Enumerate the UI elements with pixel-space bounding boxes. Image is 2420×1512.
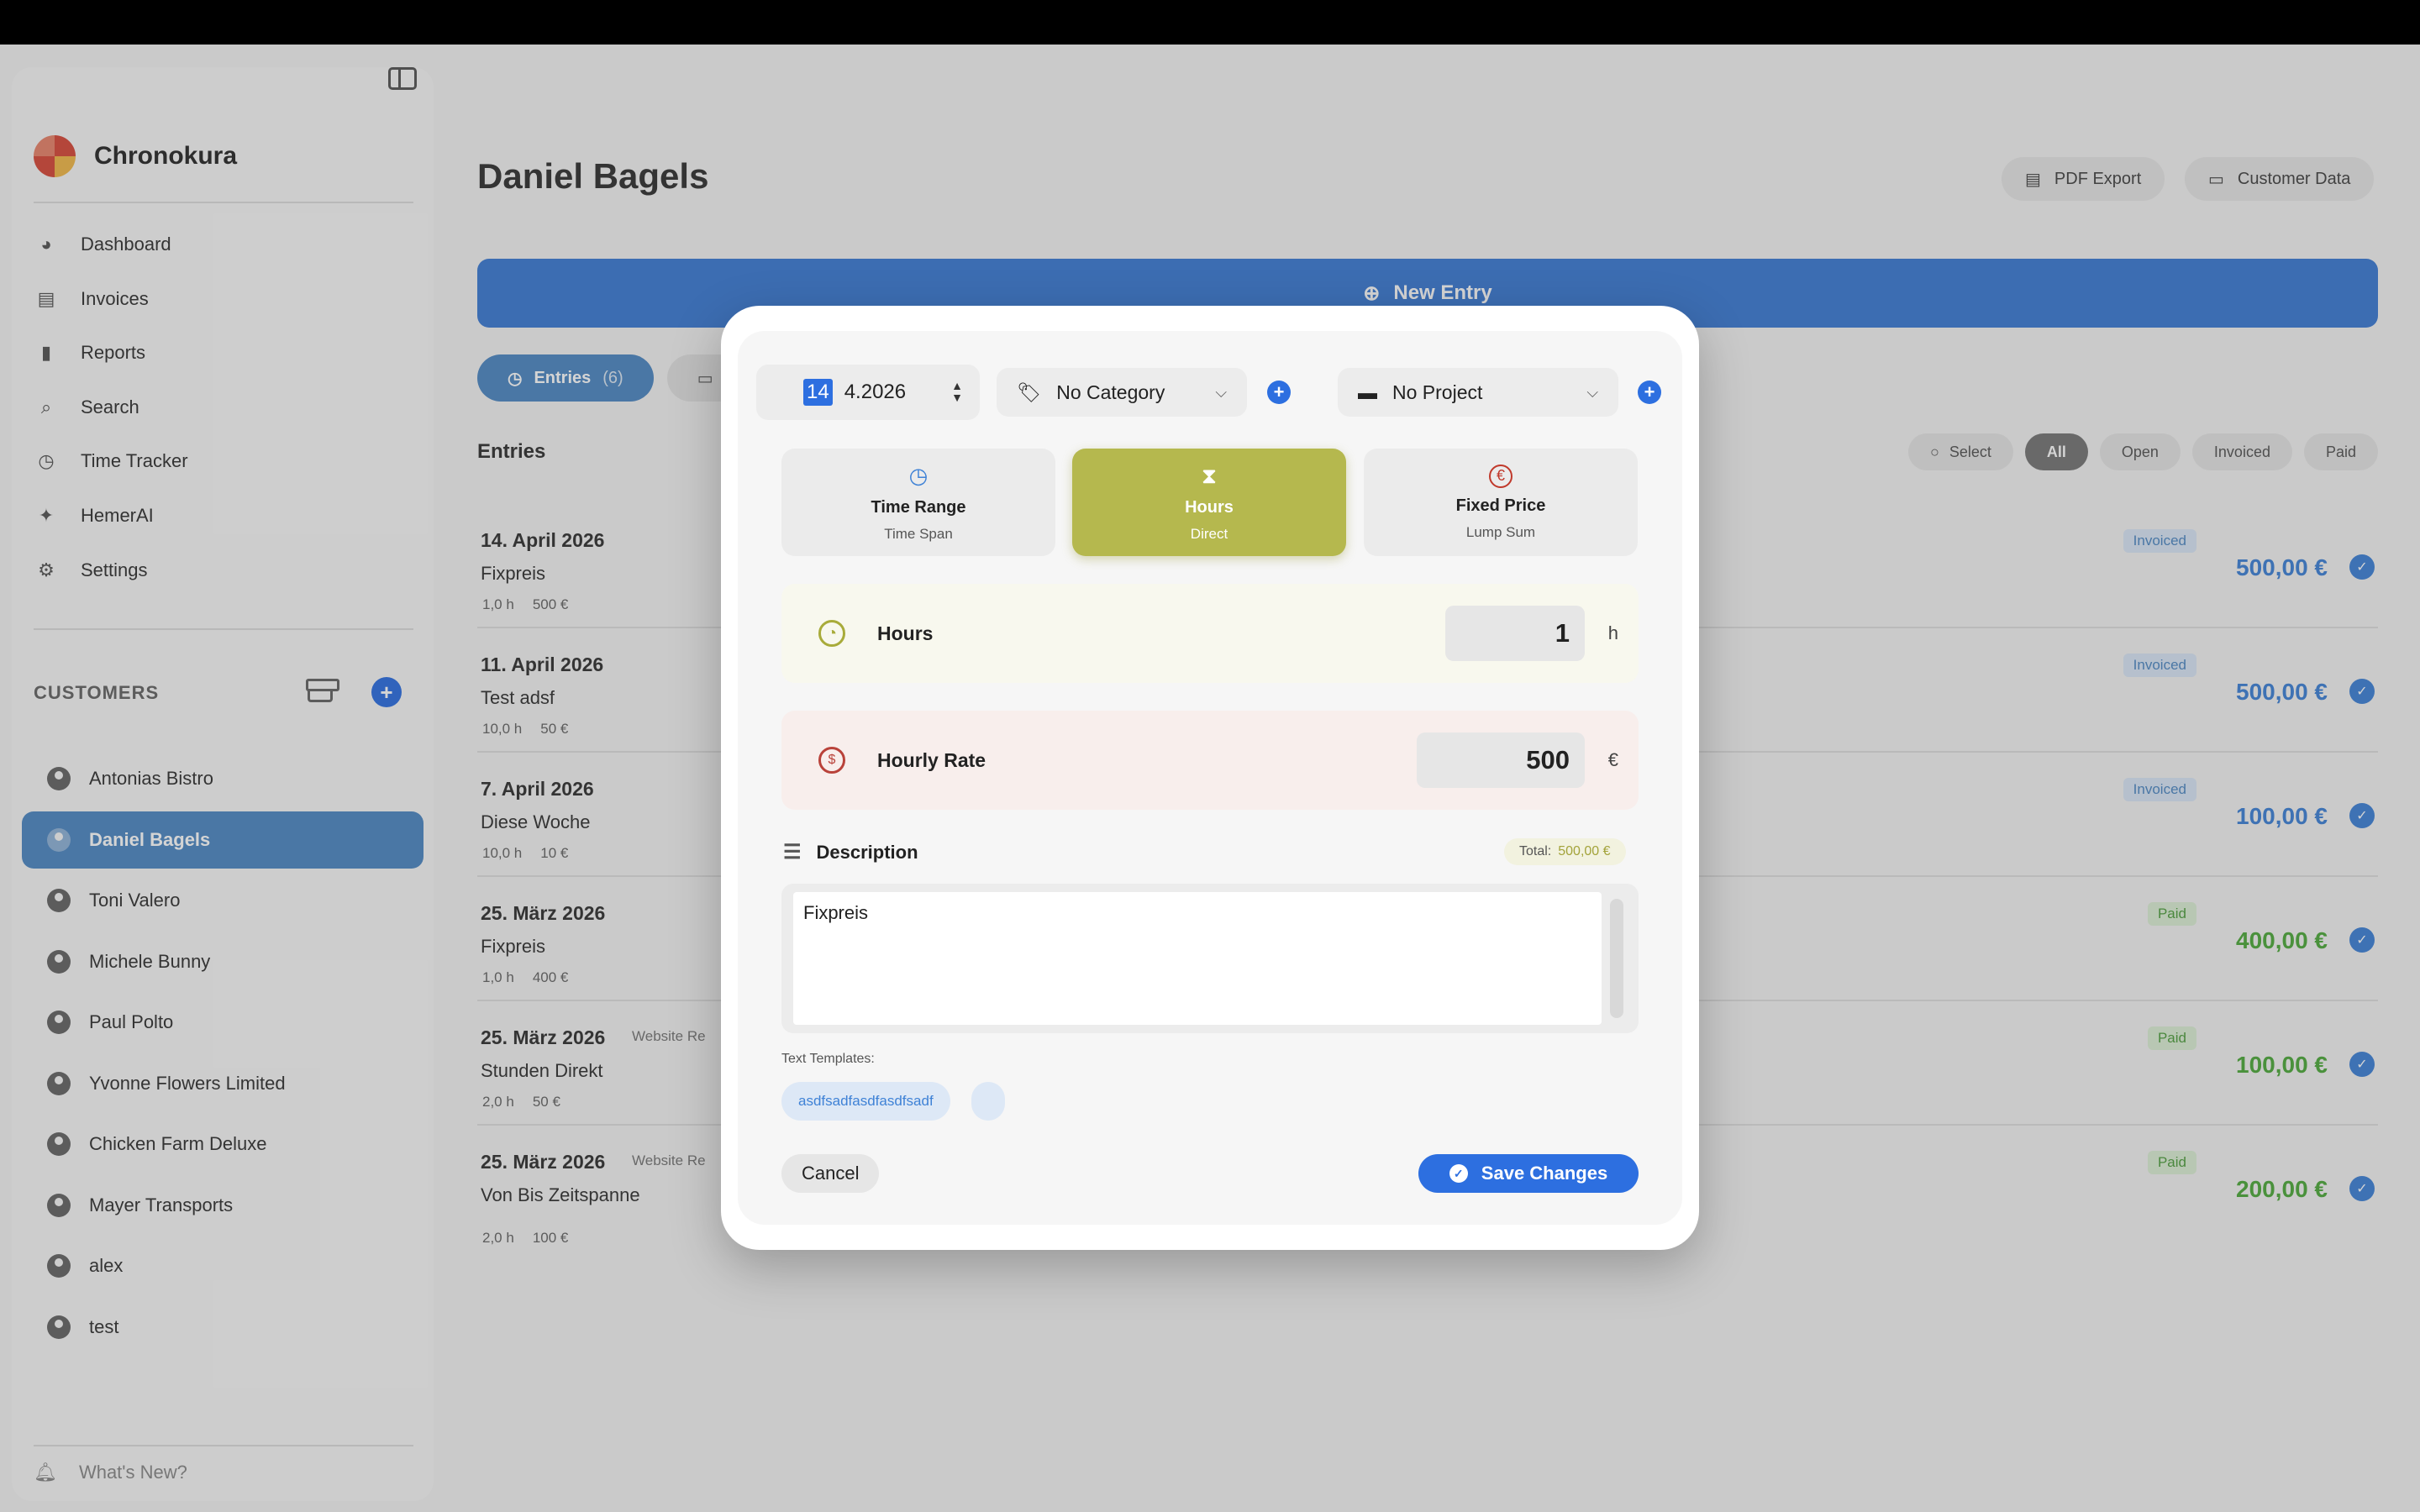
cancel-button[interactable]: Cancel	[781, 1154, 880, 1193]
date-stepper-icon[interactable]: ▲ ▼	[951, 380, 963, 403]
mode-hours[interactable]: ⧗ Hours Direct	[1072, 449, 1346, 556]
rate-label: Hourly Rate	[877, 748, 986, 771]
mode-subtitle: Direct	[1190, 525, 1228, 542]
mode-title: Time Range	[871, 497, 966, 517]
total-label: Total:	[1519, 844, 1552, 858]
project-select[interactable]: ▬ No Project ⌵	[1338, 368, 1618, 417]
mode-subtitle: Lump Sum	[1465, 523, 1536, 540]
date-rest: 4.2026	[844, 381, 907, 403]
text-lines-icon: ☰	[783, 841, 802, 864]
hours-unit: h	[1607, 622, 1618, 643]
checkmark-icon: ✓	[1449, 1164, 1468, 1183]
save-changes-button[interactable]: ✓ Save Changes	[1418, 1154, 1639, 1193]
folder-icon: ▬	[1358, 381, 1377, 403]
add-project-button[interactable]: +	[1638, 381, 1661, 404]
text-template-chip-empty[interactable]	[971, 1082, 1005, 1121]
euro-icon: €	[1489, 464, 1512, 488]
date-picker[interactable]: 14 4.2026 ▲ ▼	[756, 365, 980, 420]
chevron-down-icon: ⌵	[1586, 383, 1598, 401]
rate-field-card: $ Hourly Rate 500 €	[781, 711, 1639, 810]
rate-input[interactable]: 500	[1417, 732, 1585, 788]
category-value: No Category	[1056, 381, 1165, 403]
text-templates-label: Text Templates:	[781, 1052, 875, 1066]
save-label: Save Changes	[1481, 1163, 1608, 1184]
mode-subtitle: Time Span	[884, 525, 953, 542]
hours-input[interactable]: 1	[1445, 606, 1585, 661]
category-select[interactable]: 🏷︎ No Category ⌵	[997, 368, 1247, 417]
rate-icon: $	[818, 747, 845, 774]
tag-icon: 🏷︎	[1017, 381, 1042, 403]
timer-icon: ◔	[818, 620, 845, 647]
textarea-scrollbar[interactable]	[1610, 899, 1623, 1018]
total-value: 500,00 €	[1558, 844, 1611, 858]
project-value: No Project	[1392, 381, 1483, 403]
description-header: ☰ Description	[783, 840, 918, 864]
mode-title: Hours	[1185, 497, 1234, 517]
menu-bar	[0, 0, 2420, 45]
total-badge: Total: 500,00 €	[1504, 838, 1626, 865]
add-category-button[interactable]: +	[1267, 381, 1291, 404]
description-label: Description	[816, 841, 918, 863]
mode-title: Fixed Price	[1455, 496, 1546, 515]
hourglass-icon: ⧗	[1201, 462, 1218, 488]
hours-field-card: ◔ Hours 1 h	[781, 584, 1639, 683]
clock-check-icon: ◷	[908, 463, 929, 488]
chevron-down-icon: ⌵	[1215, 383, 1227, 401]
description-textarea[interactable]: Fixpreis	[793, 892, 1602, 1025]
hours-label: Hours	[877, 622, 934, 644]
date-day[interactable]: 14	[803, 379, 833, 406]
mode-time-range[interactable]: ◷ Time Range Time Span	[781, 449, 1055, 556]
description-textarea-wrapper: Fixpreis	[781, 884, 1639, 1033]
mode-fixed-price[interactable]: € Fixed Price Lump Sum	[1364, 449, 1638, 556]
text-template-chip[interactable]: asdfsadfasdfasdfsadf	[781, 1082, 950, 1121]
rate-unit: €	[1607, 749, 1618, 770]
